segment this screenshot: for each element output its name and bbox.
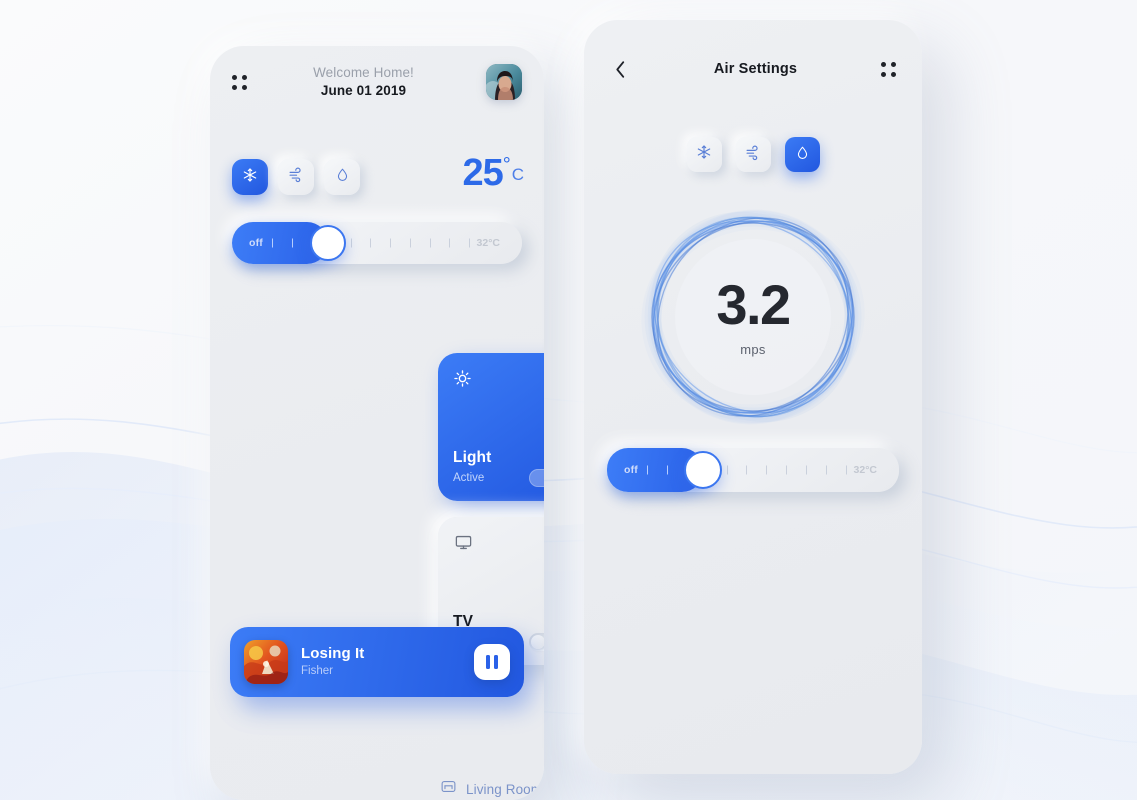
device-toggle[interactable] bbox=[529, 469, 544, 487]
temperature-value: 25 bbox=[462, 152, 503, 194]
room-selector[interactable]: Living Room bbox=[440, 778, 542, 800]
device-card-light[interactable]: Light Active bbox=[438, 353, 544, 501]
home-bottom-nav: Living Room bbox=[440, 778, 544, 800]
mode-button-humidity[interactable] bbox=[784, 137, 820, 172]
home-mode-toggle-group bbox=[232, 159, 360, 195]
pause-icon bbox=[486, 655, 491, 669]
mode-button-fan[interactable] bbox=[278, 159, 314, 195]
mode-button-humidity[interactable] bbox=[324, 159, 360, 195]
track-info: Losing It Fisher bbox=[301, 645, 461, 679]
slider-max-label: 32°C bbox=[853, 464, 877, 476]
droplet-icon bbox=[795, 144, 810, 166]
wind-icon bbox=[745, 144, 762, 166]
date-text: June 01 2019 bbox=[320, 83, 407, 98]
music-player-card[interactable]: Losing It Fisher bbox=[230, 627, 524, 697]
slider-max-label: 32°C bbox=[476, 237, 500, 249]
greeting-text: Welcome Home! bbox=[313, 64, 414, 80]
wind-icon bbox=[288, 166, 305, 188]
air-header: Air Settings bbox=[584, 48, 922, 90]
sun-icon bbox=[453, 369, 472, 388]
slider-ticks bbox=[647, 465, 847, 475]
degree-symbol: ° bbox=[502, 154, 511, 176]
grid-dots-icon[interactable] bbox=[880, 61, 896, 77]
page-title: Air Settings bbox=[713, 61, 798, 77]
device-toggle[interactable] bbox=[529, 633, 544, 651]
track-artist: Fisher bbox=[301, 664, 333, 677]
air-temperature-slider[interactable]: off 32°C bbox=[607, 448, 899, 492]
slider-ticks bbox=[272, 238, 470, 248]
welcome-block: Welcome Home! June 01 2019 bbox=[313, 64, 414, 100]
temperature-unit: C bbox=[511, 165, 524, 184]
gauge-rings bbox=[644, 210, 862, 424]
tv-icon bbox=[453, 533, 474, 552]
slider-off-label: off bbox=[624, 464, 639, 476]
room-label: Living Room bbox=[466, 781, 543, 797]
device-card-grid: Light Active TV bbox=[438, 353, 544, 665]
back-button[interactable] bbox=[610, 57, 630, 81]
temperature-display: 25 ° C bbox=[462, 154, 524, 192]
mode-button-fan[interactable] bbox=[735, 137, 771, 172]
air-speed-gauge: 3.2 mps bbox=[622, 186, 884, 448]
avatar[interactable] bbox=[486, 64, 522, 100]
mode-button-cool[interactable] bbox=[686, 137, 722, 172]
track-title: Losing It bbox=[301, 645, 365, 663]
grid-dots-icon[interactable] bbox=[232, 74, 247, 90]
slider-knob[interactable] bbox=[309, 225, 346, 261]
home-temperature-slider[interactable]: off 32°C bbox=[232, 222, 522, 264]
snowflake-icon bbox=[696, 144, 712, 165]
pause-icon bbox=[493, 655, 498, 669]
snowflake-icon bbox=[242, 167, 258, 188]
mode-button-cool[interactable] bbox=[232, 159, 268, 195]
device-name: Light bbox=[453, 449, 492, 466]
air-mode-toggle-group bbox=[584, 137, 922, 172]
slider-knob[interactable] bbox=[684, 451, 723, 489]
sofa-icon bbox=[440, 778, 457, 800]
droplet-icon bbox=[335, 166, 350, 188]
chevron-left-icon bbox=[615, 60, 626, 79]
home-header: Welcome Home! June 01 2019 bbox=[210, 46, 544, 118]
pause-button[interactable] bbox=[474, 644, 510, 680]
album-cover bbox=[244, 640, 288, 684]
device-state: Active bbox=[453, 472, 485, 484]
slider-off-label: off bbox=[249, 237, 264, 249]
